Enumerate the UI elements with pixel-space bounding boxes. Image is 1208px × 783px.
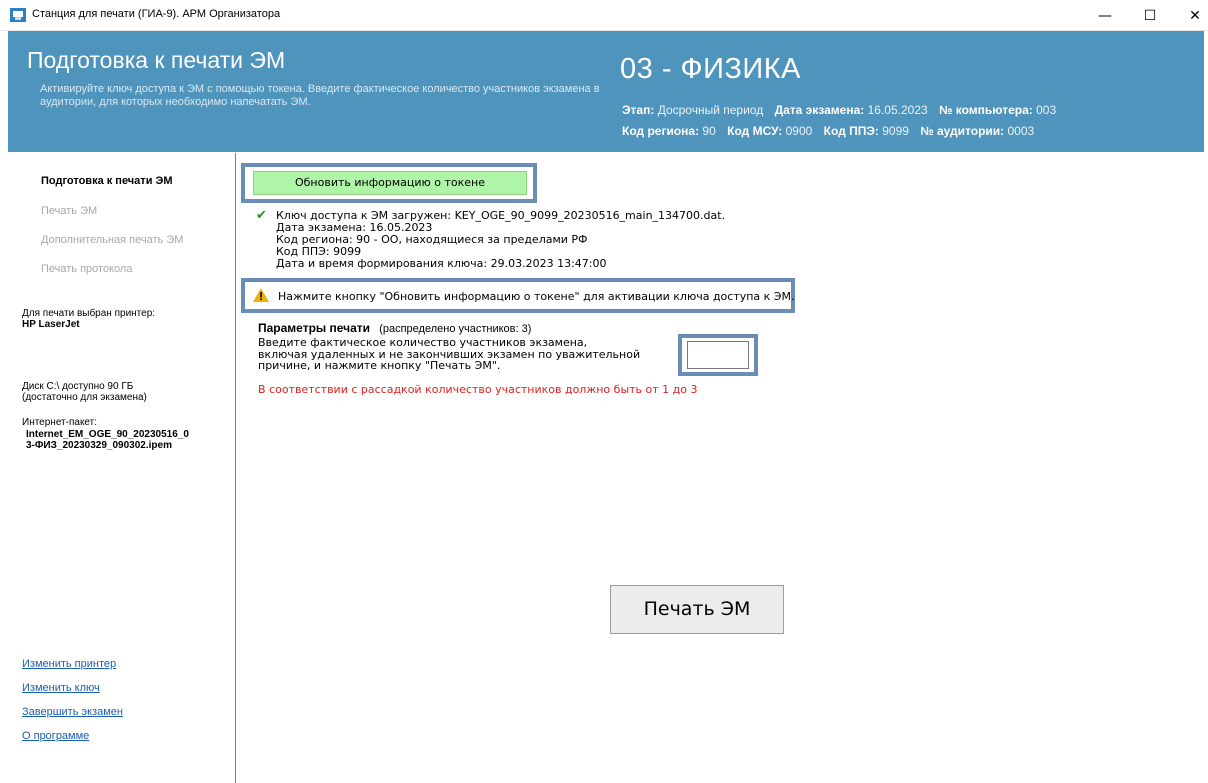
validation-error: В соответствии с рассадкой количество уч… <box>258 383 698 396</box>
exam-subject: 03 - ФИЗИКА <box>620 53 802 85</box>
refresh-token-button[interactable]: Обновить информацию о токене <box>253 171 527 195</box>
warning-text: Нажмите кнопку "Обновить информацию о то… <box>278 290 795 303</box>
page-header: Подготовка к печати ЭМ Активируйте ключ … <box>8 31 1204 152</box>
params-description: Введите фактическое количество участнико… <box>258 337 658 372</box>
disk-status: Диск C:\ доступно 90 ГБ <box>22 381 134 392</box>
room-label: № аудитории: <box>920 124 1005 138</box>
nav-item-additional-print[interactable]: Дополнительная печать ЭМ <box>41 234 183 246</box>
key-info-line: Дата и время формирования ключа: 29.03.2… <box>276 257 607 270</box>
print-em-button[interactable]: Печать ЭМ <box>610 585 784 634</box>
change-printer-link[interactable]: Изменить принтер <box>22 658 116 670</box>
params-desc-line: причине, и нажмите кнопку "Печать ЭМ". <box>258 359 501 372</box>
msu-label: Код МСУ: <box>727 124 783 138</box>
key-info: Ключ доступа к ЭМ загружен: KEY_OGE_90_9… <box>276 210 725 270</box>
params-title: Параметры печати <box>258 321 371 335</box>
stage-label: Этап: <box>622 103 655 117</box>
print-params: Параметры печати (распределено участнико… <box>258 321 531 335</box>
check-icon: ✔ <box>256 208 267 223</box>
about-link[interactable]: О программе <box>22 730 89 742</box>
nav-item-prepare[interactable]: Подготовка к печати ЭМ <box>41 175 173 187</box>
package-name-cont: 3-ФИЗ_20230329_090302.ipem <box>26 440 172 451</box>
package-label: Интернет-пакет: <box>22 417 98 428</box>
computer-label: № компьютера: <box>939 103 1033 117</box>
msu-value: 0900 <box>785 124 813 138</box>
participant-count-input[interactable] <box>687 341 749 369</box>
close-button[interactable]: ✕ <box>1178 6 1208 26</box>
stage-value: Досрочный период <box>657 103 764 117</box>
region-label: Код региона: <box>622 124 700 138</box>
nav-item-print[interactable]: Печать ЭМ <box>41 205 97 217</box>
window-title: Станция для печати (ГИА-9). АРМ Организа… <box>32 8 281 20</box>
region-value: 90 <box>702 124 716 138</box>
params-distributed: (распределено участников: 3) <box>379 323 532 335</box>
room-value: 0003 <box>1007 124 1035 138</box>
page-description: Активируйте ключ доступа к ЭМ с помощью … <box>40 83 600 108</box>
minimize-button[interactable]: — <box>1088 6 1122 26</box>
ppe-label: Код ППЭ: <box>823 124 879 138</box>
maximize-button[interactable]: ☐ <box>1133 6 1167 26</box>
warning-icon <box>253 288 269 302</box>
window-titlebar: Станция для печати (ГИА-9). АРМ Организа… <box>0 0 1208 31</box>
printer-app-icon <box>10 8 26 22</box>
exam-date-label: Дата экзамена: <box>774 103 865 117</box>
change-key-link[interactable]: Изменить ключ <box>22 682 100 694</box>
computer-value: 003 <box>1036 103 1057 117</box>
exam-info: Этап: Досрочный период Дата экзамена: 16… <box>622 100 1064 142</box>
page-title: Подготовка к печати ЭМ <box>27 47 286 73</box>
disk-status-note: (достаточно для экзамена) <box>22 392 147 403</box>
exam-date-value: 16.05.2023 <box>867 103 928 117</box>
package-name: Internet_EM_OGE_90_20230516_0 <box>26 429 189 440</box>
printer-value: HP LaserJet <box>22 319 80 330</box>
printer-label: Для печати выбран принтер: <box>22 308 156 319</box>
finish-exam-link[interactable]: Завершить экзамен <box>22 706 123 718</box>
params-desc-line: Введите фактическое количество участнико… <box>258 336 588 349</box>
sidebar: Подготовка к печати ЭМ Печать ЭМ Дополни… <box>8 153 236 783</box>
nav-item-print-protocol[interactable]: Печать протокола <box>41 263 132 275</box>
ppe-value: 9099 <box>882 124 909 138</box>
